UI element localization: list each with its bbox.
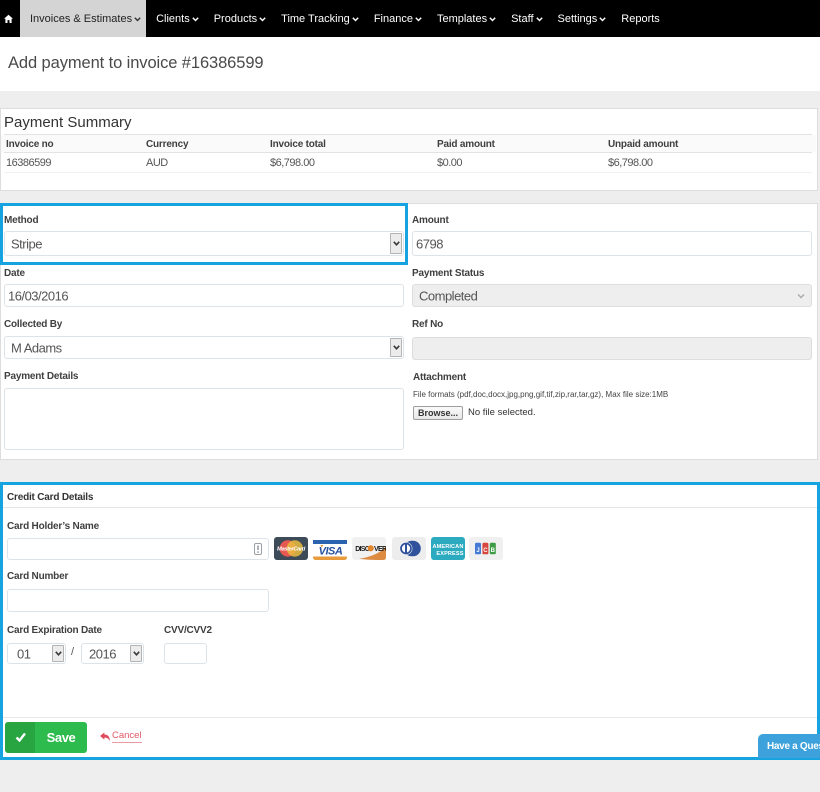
svg-text:MasterCard: MasterCard <box>277 547 306 553</box>
svg-text:DISC: DISC <box>355 546 370 553</box>
svg-text:C: C <box>483 548 488 554</box>
svg-text:B: B <box>491 548 496 554</box>
svg-text:VISA: VISA <box>319 546 343 558</box>
svg-text:EXPRESS: EXPRESS <box>436 551 463 557</box>
svg-text:J: J <box>476 548 479 554</box>
svg-text:VER: VER <box>374 546 386 553</box>
svg-text:AMERICAN: AMERICAN <box>433 544 464 550</box>
